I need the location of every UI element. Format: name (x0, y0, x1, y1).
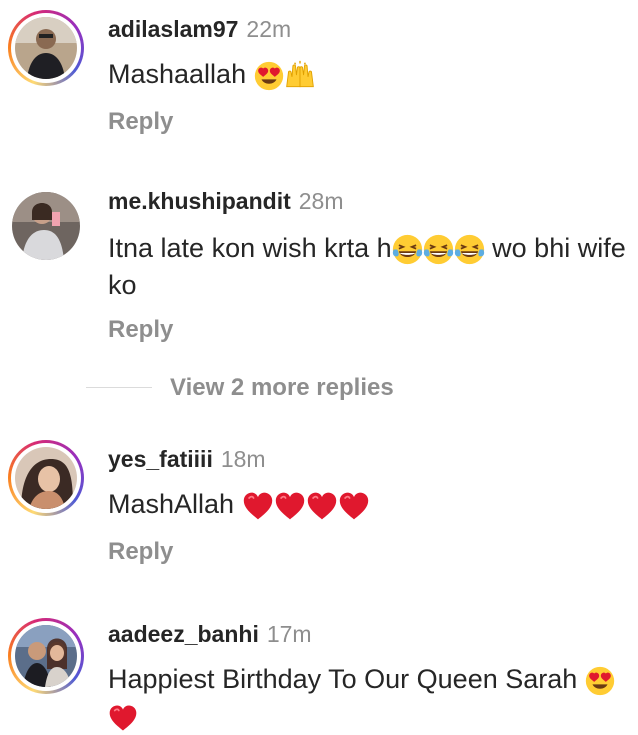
avatar[interactable] (12, 192, 80, 260)
comment-text: Happiest Birthday To Our Queen Sarah (108, 664, 578, 694)
view-more-replies-label[interactable]: View 2 more replies (170, 374, 394, 402)
comment-text-block: Mashaallah (108, 56, 628, 93)
avatar[interactable] (15, 17, 77, 79)
story-ring[interactable] (8, 618, 84, 694)
avatar[interactable] (15, 447, 77, 509)
comment-username[interactable]: yes_fatiiii (108, 446, 213, 472)
heart-eyes-emoji-icon (254, 61, 284, 91)
tears-of-joy-emoji-icon (392, 234, 423, 265)
red-heart-emoji-icon (274, 490, 306, 522)
divider-line (86, 387, 152, 388)
comment-text-block: Itna late kon wish krta h wo bhi wife ko (108, 230, 628, 304)
red-heart-emoji-icon (306, 490, 338, 522)
tears-of-joy-emoji-icon (454, 234, 485, 265)
heart-eyes-emoji-icon (585, 666, 615, 696)
raising-hands-emoji-icon (284, 60, 316, 92)
red-heart-emoji-icon (338, 490, 370, 522)
comment-username[interactable]: me.khushipandit (108, 188, 291, 214)
avatar[interactable] (15, 625, 77, 687)
story-ring[interactable] (8, 440, 84, 516)
comment-timestamp: 22m (246, 16, 292, 42)
comment-text-block: Happiest Birthday To Our Queen Sarah (108, 661, 628, 735)
comment-text-block: MashAllah (108, 486, 628, 523)
comment-timestamp: 28m (298, 188, 344, 214)
red-heart-emoji-icon (108, 703, 138, 733)
comment-timestamp: 18m (220, 446, 266, 472)
story-ring[interactable] (8, 10, 84, 86)
reply-button[interactable]: Reply (108, 108, 173, 136)
reply-button[interactable]: Reply (108, 538, 173, 566)
comment-text: MashAllah (108, 489, 235, 519)
comment-text: Itna late kon wish krta h (108, 233, 392, 263)
view-more-replies-button[interactable]: View 2 more replies (86, 368, 486, 408)
comment-username[interactable]: adilaslam97 (108, 16, 238, 42)
comment-timestamp: 17m (266, 621, 312, 647)
comment-username[interactable]: aadeez_banhi (108, 621, 259, 647)
reply-button[interactable]: Reply (108, 316, 173, 344)
tears-of-joy-emoji-icon (423, 234, 454, 265)
comment-text: Mashaallah (108, 59, 247, 89)
red-heart-emoji-icon (242, 490, 274, 522)
